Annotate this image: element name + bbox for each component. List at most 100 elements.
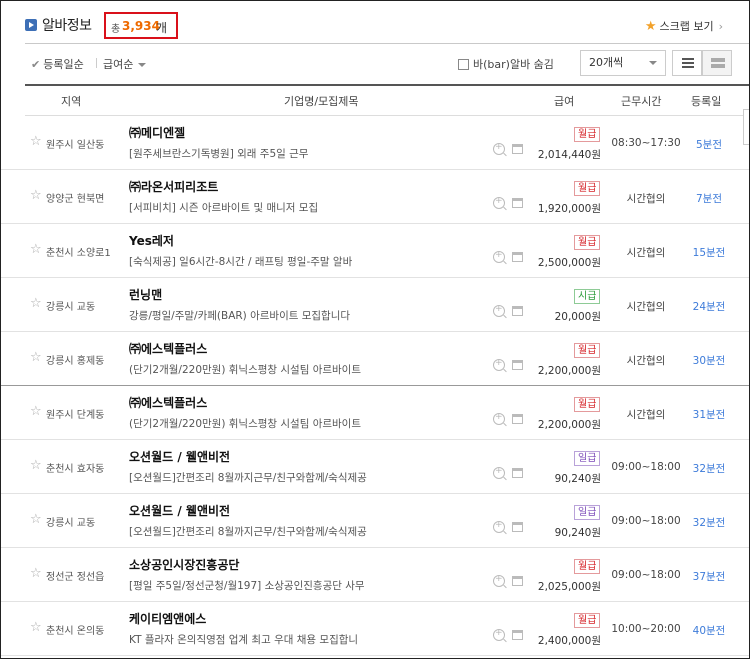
new-window-icon[interactable] bbox=[512, 360, 523, 370]
col-registered: 등록일 bbox=[691, 95, 722, 108]
row-registered: 32분전 bbox=[692, 517, 726, 529]
scrap-star-icon[interactable]: ☆ bbox=[30, 189, 42, 202]
row-title[interactable]: [오션월드]간편조리 8월까지근무/친구와함께/숙식제공 bbox=[129, 470, 367, 485]
checkbox-box[interactable] bbox=[458, 58, 469, 70]
row-pay: 2,200,000원 bbox=[537, 419, 601, 431]
pay-type-badge: 월급 bbox=[574, 397, 601, 412]
scrap-star-icon[interactable]: ☆ bbox=[30, 567, 42, 580]
row-title[interactable]: [오션월드]간편조리 8월까지근무/친구와함께/숙식제공 bbox=[129, 524, 367, 539]
zoom-preview-icon[interactable] bbox=[493, 466, 505, 479]
table-row[interactable]: ☆ 춘천시 효자동 오션월드 / 웰앤비전 [오션월드]간편조리 8월까지근무/친구와… bbox=[1, 440, 749, 494]
pay-type-badge: 월급 bbox=[574, 613, 601, 628]
sort-pay-dropdown[interactable]: 급여순 bbox=[103, 56, 147, 72]
panel-header: 알바정보 총 3,934 개 ★ 스크랩 보기 › bbox=[1, 1, 749, 43]
sort-divider bbox=[96, 58, 97, 68]
row-company[interactable]: 오션월드 / 웰앤비전 bbox=[129, 502, 230, 519]
caret-down-icon bbox=[649, 61, 657, 65]
zoom-preview-icon[interactable] bbox=[493, 358, 505, 371]
new-window-icon[interactable] bbox=[512, 468, 523, 478]
table-row[interactable]: ☆ 원주시 일산동 ㈜메디엔젤 [원주세브란스기독병원] 외래 주5일 근무 월급 2,0… bbox=[1, 116, 749, 170]
row-work-time: 08:30~17:30 bbox=[611, 137, 681, 149]
page-title: 알바정보 bbox=[42, 18, 92, 34]
table-row[interactable]: ☆ 강릉시 교동 오션월드 / 웰앤비전 [오션월드]간편조리 8월까지근무/친구와함… bbox=[1, 494, 749, 548]
table-row[interactable]: ☆ 원주시 단계동 ㈜에스텍플러스 (단기2개월/220만원) 휘닉스평창 시설팀 아… bbox=[1, 386, 749, 440]
row-company[interactable]: ㈜메디엔젤 bbox=[129, 124, 185, 141]
scrap-star-icon[interactable]: ☆ bbox=[30, 243, 42, 256]
row-registered: 40분전 bbox=[692, 625, 726, 637]
table-row[interactable]: ☆ 춘천시 온의동 케이티엠앤에스 KT 플라자 온의직영점 업계 최고 우대 채용 … bbox=[1, 602, 749, 656]
list-view-button[interactable] bbox=[672, 50, 702, 76]
row-registered: 37분전 bbox=[692, 571, 726, 583]
row-company[interactable]: ㈜라온서피리조트 bbox=[129, 178, 218, 195]
row-title[interactable]: 강릉/평일/주말/카페(BAR) 아르바이트 모집합니다 bbox=[129, 308, 350, 323]
col-pay: 급여 bbox=[554, 95, 575, 108]
card-view-button[interactable] bbox=[702, 50, 732, 76]
row-company[interactable]: Yes레저 bbox=[129, 232, 174, 249]
row-title[interactable]: (단기2개월/220만원) 휘닉스평창 시설팀 아르바이트 bbox=[129, 362, 361, 377]
row-registered: 31분전 bbox=[692, 409, 726, 421]
new-window-icon[interactable] bbox=[512, 522, 523, 532]
hide-bar-jobs-checkbox[interactable]: 바(bar)알바 숨김 bbox=[458, 56, 554, 72]
table-row[interactable]: ☆ 춘천시 소양로1 Yes레저 [숙식제공] 일6시간-8시간 / 래프팅 평일-주… bbox=[1, 224, 749, 278]
scrap-view-label: 스크랩 보기 bbox=[659, 20, 714, 33]
zoom-preview-icon[interactable] bbox=[493, 628, 505, 641]
row-location: 강릉시 교동 bbox=[46, 302, 96, 313]
table-row[interactable]: ☆ 강릉시 교동 런닝맨강릉/평일/주말/카페(BAR) 아르바이트 모집합니다 시급… bbox=[1, 278, 749, 332]
per-page-select[interactable]: 20개씩 bbox=[580, 50, 666, 76]
row-location: 정선군 정선읍 bbox=[46, 572, 105, 583]
row-title[interactable]: [서피비치] 시즌 아르바이트 및 매니저 모집 bbox=[129, 200, 318, 215]
new-window-icon[interactable] bbox=[512, 576, 523, 586]
new-window-icon[interactable] bbox=[512, 306, 523, 316]
row-pay: 2,400,000원 bbox=[537, 635, 601, 647]
row-company[interactable]: 케이티엠앤에스 bbox=[129, 610, 206, 627]
sort-registered-button[interactable]: ✔ 등록일순 bbox=[31, 56, 84, 72]
col-company-title: 기업명/모집제목 bbox=[284, 95, 359, 108]
scrap-star-icon[interactable]: ☆ bbox=[30, 351, 42, 364]
scrap-star-icon[interactable]: ☆ bbox=[30, 459, 42, 472]
new-window-icon[interactable] bbox=[512, 198, 523, 208]
row-company[interactable]: 런닝맨 bbox=[129, 286, 162, 303]
table-row[interactable]: ☆ 정선군 정선읍 소상공인시장진흥공단 [평일 주5일/정선군청/월197] 소상공… bbox=[1, 548, 749, 602]
row-location: 원주시 일산동 bbox=[46, 140, 105, 151]
total-count: 3,934 bbox=[122, 19, 160, 33]
row-title[interactable]: [원주세브란스기독병원] 외래 주5일 근무 bbox=[129, 146, 308, 161]
caret-down-icon bbox=[138, 63, 147, 67]
row-work-time: 09:00~18:00 bbox=[611, 515, 681, 527]
scrap-star-icon[interactable]: ☆ bbox=[30, 513, 42, 526]
hide-bar-jobs-label: 바(bar)알바 숨김 bbox=[473, 58, 554, 71]
row-company[interactable]: ㈜에스텍플러스 bbox=[129, 340, 207, 357]
new-window-icon[interactable] bbox=[512, 252, 523, 262]
scrap-star-icon[interactable]: ☆ bbox=[30, 405, 42, 418]
card-view-icon bbox=[711, 58, 725, 68]
scrap-star-icon[interactable]: ☆ bbox=[30, 135, 42, 148]
table-row[interactable]: ☆ 양양군 현북면 ㈜라온서피리조트 [서피비치] 시즌 아르바이트 및 매니저 모집… bbox=[1, 170, 749, 224]
table-row[interactable]: ☆ 강릉시 홍제동 ㈜에스텍플러스 (단기2개월/220만원) 휘닉스평창 시설팀 아… bbox=[1, 332, 749, 386]
zoom-preview-icon[interactable] bbox=[493, 304, 505, 317]
row-company[interactable]: 소상공인시장진흥공단 bbox=[129, 556, 239, 573]
row-title[interactable]: [숙식제공] 일6시간-8시간 / 래프팅 평일-주말 알바 bbox=[129, 254, 352, 269]
scrap-view-link[interactable]: ★ 스크랩 보기 › bbox=[645, 18, 723, 34]
zoom-preview-icon[interactable] bbox=[493, 250, 505, 263]
zoom-preview-icon[interactable] bbox=[493, 196, 505, 209]
zoom-preview-icon[interactable] bbox=[493, 142, 505, 155]
row-company[interactable]: 오션월드 / 웰앤비전 bbox=[129, 448, 230, 465]
new-window-icon[interactable] bbox=[512, 630, 523, 640]
new-window-icon[interactable] bbox=[512, 144, 523, 154]
row-registered: 24분전 bbox=[692, 301, 726, 313]
row-pay: 2,014,440원 bbox=[537, 149, 601, 161]
scrap-star-icon[interactable]: ☆ bbox=[30, 621, 42, 634]
row-pay: 20,000원 bbox=[554, 311, 601, 323]
row-title[interactable]: [평일 주5일/정선군청/월197] 소상공인진흥공단 사무 bbox=[129, 578, 365, 593]
row-pay: 2,025,000원 bbox=[537, 581, 601, 593]
zoom-preview-icon[interactable] bbox=[493, 574, 505, 587]
new-window-icon[interactable] bbox=[512, 414, 523, 424]
pay-type-badge: 월급 bbox=[574, 343, 601, 358]
zoom-preview-icon[interactable] bbox=[493, 520, 505, 533]
row-title[interactable]: (단기2개월/220만원) 휘닉스평창 시설팀 아르바이트 bbox=[129, 416, 361, 431]
row-work-time: 09:00~18:00 bbox=[611, 461, 681, 473]
row-title[interactable]: KT 플라자 온의직영점 업계 최고 우대 채용 모집합니 bbox=[129, 632, 358, 647]
scrap-star-icon[interactable]: ☆ bbox=[30, 297, 42, 310]
row-company[interactable]: ㈜에스텍플러스 bbox=[129, 394, 207, 411]
sort-registered-label: 등록일순 bbox=[43, 58, 84, 71]
zoom-preview-icon[interactable] bbox=[493, 412, 505, 425]
